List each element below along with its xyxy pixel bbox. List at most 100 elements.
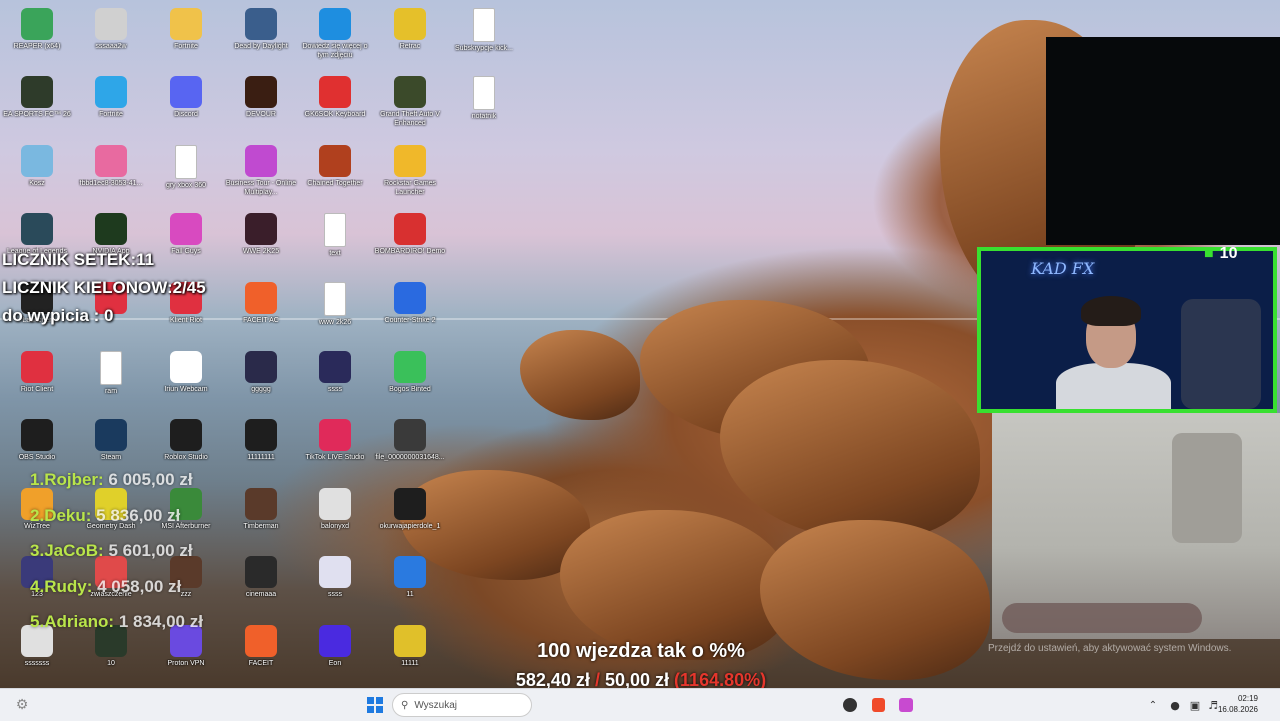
desktop-icon[interactable]: Riot Client — [0, 347, 74, 415]
desktop-icon[interactable]: gry xbox 360 — [149, 141, 223, 209]
desktop-icon[interactable]: Chained Together — [298, 141, 372, 209]
desktop-icon-label: text — [329, 250, 341, 257]
desktop-icon[interactable]: fbbd1ec8-3053-41... — [74, 141, 148, 209]
desktop-icon[interactable]: 11111111 — [224, 415, 298, 483]
clock-date: 16.08.2026 — [1217, 705, 1258, 714]
desktop-icon-label: Counter-Strike 2 — [384, 317, 436, 324]
viewer-count: ■ 10 — [1204, 245, 1237, 263]
desktop-icon[interactable]: notatnik — [447, 72, 521, 140]
streamer-hair — [1081, 296, 1141, 326]
taskbar-app-obs[interactable] — [840, 695, 860, 715]
desktop-icon[interactable]: ssss — [298, 552, 372, 620]
desktop-icon[interactable]: Eon — [298, 621, 372, 689]
image-icon — [319, 556, 351, 588]
webcam-frame: KAD FX — [977, 247, 1277, 413]
system-clock[interactable]: 02:19 16.08.2026 — [1218, 693, 1258, 715]
desktop-icon[interactable]: 11 — [373, 552, 447, 620]
goal-target: 50,00 zł — [604, 670, 670, 690]
desktop-icon[interactable]: Grand Theft Auto V Enhanced — [373, 72, 447, 140]
desktop-icon-label: Discord — [174, 111, 198, 118]
desktop-icon[interactable]: ssss — [298, 347, 372, 415]
desktop-icon[interactable]: Discord — [149, 72, 223, 140]
desktop-icon[interactable]: FACEIT — [224, 621, 298, 689]
obs-icon — [21, 419, 53, 451]
brave-icon — [871, 698, 885, 712]
desktop-icon[interactable]: WWE 2K25 — [224, 209, 298, 277]
desktop-icon-label: sssssss — [24, 660, 50, 667]
desktop-icon[interactable]: okurwajapierdole_1 — [373, 484, 447, 552]
document-icon — [324, 282, 346, 316]
neon-sign: KAD FX — [1031, 259, 1095, 278]
tray-chevron-up-icon[interactable]: ⌃ — [1146, 695, 1160, 715]
desktop-icon[interactable]: text — [298, 209, 372, 277]
goal-separator: / — [594, 670, 600, 690]
devour-icon — [245, 76, 277, 108]
desktop-icon[interactable]: Dowiedz się więcej o tym zdjęciu — [298, 4, 372, 72]
desktop-icon[interactable]: www 2k26 — [298, 278, 372, 346]
desktop-icon[interactable]: Fortnite — [149, 4, 223, 72]
desktop-icon[interactable]: Dead by Daylight — [224, 4, 298, 72]
desktop-icon[interactable]: Retrac — [373, 4, 447, 72]
image-icon — [319, 488, 351, 520]
taskbar-app-game[interactable] — [896, 695, 916, 715]
start-button[interactable] — [364, 695, 386, 715]
desktop-icon[interactable]: Fortnite — [74, 72, 148, 140]
kick-icon: ■ — [1204, 245, 1214, 262]
taskbar-search[interactable]: ⚲ Wyszukaj — [392, 693, 532, 717]
fallguys-icon — [170, 213, 202, 245]
desktop-icon-label: Business Tour - Online Multiplay... — [225, 180, 297, 196]
desktop-icon-label: TikTok LIVE Studio — [305, 454, 365, 461]
desktop-icon[interactable]: BOMBARDIRO! Demo — [373, 209, 447, 277]
desktop-icon[interactable]: EA SPORTS FC™ 26 — [0, 72, 74, 140]
desktop-icon[interactable]: Bogos Binted — [373, 347, 447, 415]
game-icon — [899, 698, 913, 712]
desktop-icon[interactable]: Business Tour - Online Multiplay... — [224, 141, 298, 209]
eon-icon — [319, 625, 351, 657]
desktop-icon[interactable]: Timberman — [224, 484, 298, 552]
lol-icon — [21, 213, 53, 245]
donor-amount: 1 834,00 zł — [118, 612, 203, 631]
desktop-icon-label: Klient Riot — [170, 317, 202, 324]
network-icon[interactable]: ▣ — [1188, 695, 1202, 715]
image-icon — [95, 145, 127, 177]
desktop-icon[interactable]: ggggg — [224, 347, 298, 415]
desktop-icon-label: ggggg — [251, 386, 271, 393]
donor-rank: 5. — [30, 612, 45, 631]
desktop-icon[interactable]: file_0000000031648... — [373, 415, 447, 483]
desktop-icon[interactable]: FACEIT AC — [224, 278, 298, 346]
desktop-icon[interactable]: Fall Guys — [149, 209, 223, 277]
desktop-icon-label: Dowiedz się więcej o tym zdjęciu — [302, 43, 368, 59]
image-icon — [319, 351, 351, 383]
desktop-icon-label: gry xbox 360 — [165, 182, 207, 189]
nvidia-icon — [95, 213, 127, 245]
desktop-icon[interactable]: TikTok LIVE Studio — [298, 415, 372, 483]
desktop-icon[interactable]: Rockstar Games Launcher — [373, 141, 447, 209]
desktop-icon[interactable]: Iriun Webcam — [149, 347, 223, 415]
desktop-icon[interactable]: Kosz — [0, 141, 74, 209]
donor-row: 4.Rudy: 4 058,00 zł — [30, 577, 181, 597]
microphone-icon[interactable]: ● — [1168, 695, 1182, 715]
desktop-icon-label: ram — [104, 388, 118, 395]
desktop-icon[interactable]: REAPER (x64) — [0, 4, 74, 72]
image-icon — [245, 419, 277, 451]
wallpaper-rock — [720, 360, 980, 540]
desktop-icon[interactable]: GK6SOK Keyboard — [298, 72, 372, 140]
donor-name: Adriano: — [44, 612, 115, 631]
desktop-icon-label: Riot Client — [20, 386, 54, 393]
desktop-icon-label: DEVOUR — [246, 111, 276, 118]
windows-activation-watermark: Przejdź do ustawień, aby aktywować syste… — [988, 643, 1232, 654]
desktop-icon[interactable]: cinemaaa — [224, 552, 298, 620]
viewer-count-value: 10 — [1219, 245, 1238, 262]
desktop-icon[interactable]: ram — [74, 347, 148, 415]
desktop-icon[interactable]: Subskrypcje kick... — [447, 4, 521, 72]
desktop-icon[interactable]: balonyxd — [298, 484, 372, 552]
taskbar-app-brave[interactable] — [868, 695, 888, 715]
duck-icon — [394, 8, 426, 40]
cs2-icon — [394, 282, 426, 314]
desktop-icon[interactable]: DEVOUR — [224, 72, 298, 140]
desktop-icon-label: ssss — [328, 591, 342, 598]
desktop-icon-label: file_0000000031648... — [375, 454, 445, 461]
desktop-icon[interactable]: sssaaa2w — [74, 4, 148, 72]
desktop-icon[interactable]: Counter-Strike 2 — [373, 278, 447, 346]
loading-icon: ⚙ — [15, 697, 29, 713]
